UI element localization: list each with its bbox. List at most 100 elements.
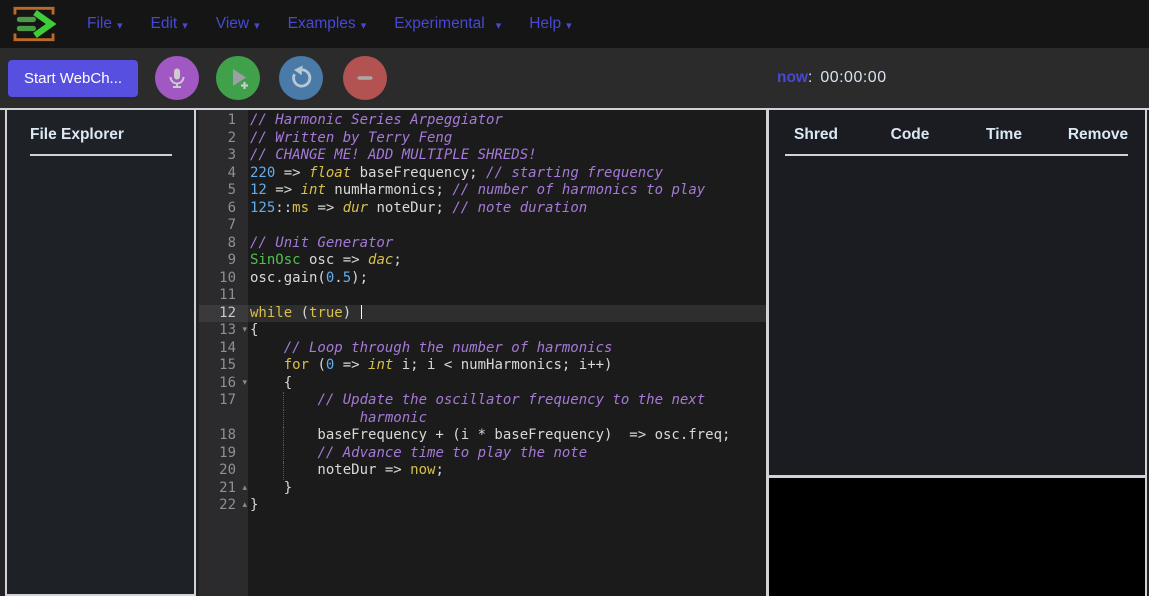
line-number: 5 (199, 182, 248, 200)
line-number: 9 (199, 252, 248, 270)
file-explorer-divider (30, 154, 172, 156)
code-line[interactable]: 17 // Update the oscillator frequency to… (199, 392, 766, 410)
text-cursor (361, 305, 363, 319)
fold-open-icon[interactable]: ▾ (242, 375, 247, 393)
caret-down-icon: ▾ (182, 19, 188, 32)
menu-help[interactable]: Help ▾ (515, 15, 585, 33)
token-p: :: (275, 200, 292, 216)
line-number: 1 (199, 112, 248, 130)
menubar: File▾Edit▾View▾Examples▾Experimental▾Hel… (0, 0, 1149, 48)
microphone-button[interactable] (155, 56, 199, 100)
token-t: dur (343, 200, 368, 216)
replace-shred-button[interactable] (279, 56, 323, 100)
code-line[interactable]: 512 => int numHarmonics; // number of ha… (199, 182, 766, 200)
code-line[interactable]: 8// Unit Generator (199, 235, 766, 253)
code-line[interactable]: 19 // Advance time to play the note (199, 445, 766, 463)
menu-edit[interactable]: Edit▾ (137, 15, 202, 33)
caret-down-icon: ▾ (566, 19, 572, 32)
token-k: now (410, 462, 435, 478)
remove-shred-button[interactable] (343, 56, 387, 100)
token-p: baseFrequency; (351, 165, 486, 181)
menu-label: Help (529, 15, 561, 33)
code-text: while (true) (248, 305, 766, 323)
play-shred-button[interactable] (216, 56, 260, 100)
line-number: 21▴ (199, 480, 248, 498)
code-line[interactable]: 7 (199, 217, 766, 235)
menu-label: File (87, 15, 112, 33)
token-c: // Update the oscillator frequency to th… (317, 392, 705, 408)
token-p: => (334, 357, 368, 373)
line-number: 4 (199, 165, 248, 183)
token-c: // Advance time to play the note (317, 445, 587, 461)
code-line[interactable]: 13▾{ (199, 322, 766, 340)
token-t: float (309, 165, 351, 181)
menu-examples[interactable]: Examples▾ (274, 15, 381, 33)
line-number: 2 (199, 130, 248, 148)
code-text: 220 => float baseFrequency; // starting … (248, 165, 766, 183)
token-t: int (368, 357, 393, 373)
line-number: 20 (199, 462, 248, 480)
line-number: 7 (199, 217, 248, 235)
fold-end-icon[interactable]: ▴ (242, 480, 247, 498)
token-p (250, 410, 360, 426)
token-cl: SinOsc (250, 252, 301, 268)
code-text: noteDur => now; (248, 462, 766, 480)
code-line[interactable]: 16▾ { (199, 375, 766, 393)
caret-down-icon: ▾ (496, 19, 502, 32)
shred-column-remove: Remove (1051, 126, 1145, 144)
code-line[interactable]: 9SinOsc osc => dac; (199, 252, 766, 270)
code-line[interactable]: 4220 => float baseFrequency; // starting… (199, 165, 766, 183)
code-line[interactable]: 18 baseFrequency + (i * baseFrequency) =… (199, 427, 766, 445)
shred-table: ShredCodeTimeRemove (769, 110, 1145, 475)
code-rows: 1// Harmonic Series Arpeggiator2// Writt… (199, 112, 766, 515)
line-number: 14 (199, 340, 248, 358)
code-line[interactable]: 22▴} (199, 497, 766, 515)
shred-table-divider (785, 154, 1128, 156)
fold-open-icon[interactable]: ▾ (242, 322, 247, 340)
line-number: 12 (199, 305, 248, 323)
code-line[interactable]: 3// CHANGE ME! ADD MULTIPLE SHREDS! (199, 147, 766, 165)
line-number: 3 (199, 147, 248, 165)
menu-file[interactable]: File▾ (73, 15, 137, 33)
code-line[interactable]: 10osc.gain(0.5); (199, 270, 766, 288)
code-text: baseFrequency + (i * baseFrequency) => o… (248, 427, 766, 445)
start-webchuck-button[interactable]: Start WebCh... (8, 60, 138, 97)
code-line[interactable]: 21▴ } (199, 480, 766, 498)
code-line[interactable]: 6125::ms => dur noteDur; // note duratio… (199, 200, 766, 218)
code-text: 125::ms => dur noteDur; // note duration (248, 200, 766, 218)
code-text: // CHANGE ME! ADD MULTIPLE SHREDS! (248, 147, 766, 165)
code-line[interactable]: harmonic (199, 410, 766, 428)
code-line[interactable]: 11 (199, 287, 766, 305)
code-line[interactable]: 12while (true) (199, 305, 766, 323)
token-k: ms (292, 200, 309, 216)
chuck-time: now : 00:00:00 (777, 48, 887, 108)
code-line[interactable]: 1// Harmonic Series Arpeggiator (199, 112, 766, 130)
menu-experimental[interactable]: Experimental▾ (380, 15, 515, 33)
menu-view[interactable]: View▾ (202, 15, 274, 33)
code-line[interactable]: 20 noteDur => now; (199, 462, 766, 480)
token-p: => (275, 165, 309, 181)
shred-column-shred: Shred (769, 126, 863, 144)
token-n: 125 (250, 200, 275, 216)
fold-end-icon[interactable]: ▴ (242, 497, 247, 515)
code-text: // Unit Generator (248, 235, 766, 253)
shred-column-time: Time (957, 126, 1051, 144)
token-p: ( (309, 357, 326, 373)
code-text: } (248, 497, 766, 515)
code-editor[interactable]: 1// Harmonic Series Arpeggiator2// Writt… (199, 110, 766, 596)
play-add-icon (225, 65, 251, 91)
code-line[interactable]: 14 // Loop through the number of harmoni… (199, 340, 766, 358)
line-number: 17 (199, 392, 248, 410)
token-p: => (309, 200, 343, 216)
code-line[interactable]: 2// Written by Terry Feng (199, 130, 766, 148)
token-p: } (250, 480, 292, 496)
microphone-icon (165, 66, 189, 90)
code-text: // Harmonic Series Arpeggiator (248, 112, 766, 130)
code-text (248, 287, 766, 305)
token-t: int (301, 182, 326, 198)
now-colon: : (808, 69, 812, 87)
line-number: 11 (199, 287, 248, 305)
code-text: 12 => int numHarmonics; // number of har… (248, 182, 766, 200)
code-text: // Written by Terry Feng (248, 130, 766, 148)
code-line[interactable]: 15 for (0 => int i; i < numHarmonics; i+… (199, 357, 766, 375)
